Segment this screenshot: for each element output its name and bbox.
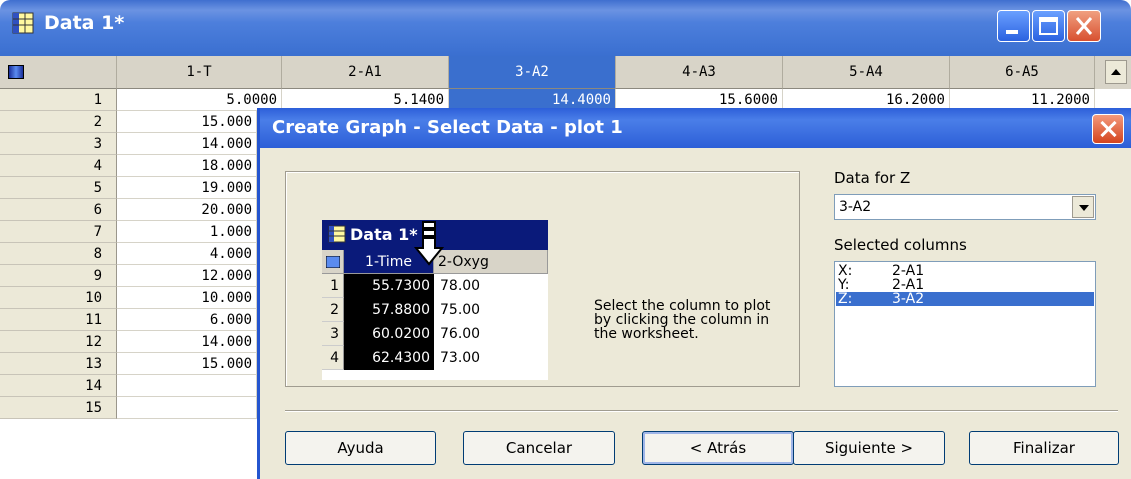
next-button[interactable]: Siguiente > bbox=[793, 431, 945, 465]
mini-cell-selected: 60.0200 bbox=[344, 322, 434, 346]
chevron-down-icon[interactable] bbox=[1072, 196, 1094, 218]
selected-columns-label: Selected columns bbox=[834, 236, 967, 254]
cell[interactable]: 4.000 bbox=[117, 243, 257, 265]
row-header[interactable]: 8 bbox=[0, 243, 117, 265]
column-header[interactable]: 6-A5 bbox=[950, 56, 1095, 89]
axis-label: Z: bbox=[838, 291, 853, 307]
mini-row-header: 1 bbox=[322, 274, 344, 298]
axis-label: X: bbox=[838, 263, 853, 279]
row-header[interactable]: 3 bbox=[0, 133, 117, 155]
row-header[interactable]: 14 bbox=[0, 375, 117, 397]
mini-worksheet-illustration: Data 1* 1-Time 2-Oxyg 1 55.7300 78.00 2 … bbox=[322, 220, 548, 380]
window-title-bar[interactable]: Data 1* bbox=[0, 0, 1131, 56]
row-header[interactable]: 5 bbox=[0, 177, 117, 199]
divider bbox=[285, 410, 1118, 412]
cell[interactable]: 15.000 bbox=[117, 353, 257, 375]
row-header[interactable]: 9 bbox=[0, 265, 117, 287]
axis-label: Y: bbox=[838, 277, 850, 293]
cell[interactable]: 19.000 bbox=[117, 177, 257, 199]
cell[interactable] bbox=[117, 397, 257, 419]
cancel-button[interactable]: Cancelar bbox=[463, 431, 615, 465]
minimize-icon bbox=[1006, 30, 1018, 34]
mini-corner bbox=[322, 250, 344, 274]
list-item[interactable]: X: 2-A1 bbox=[836, 264, 1094, 278]
row-header[interactable]: 1 bbox=[0, 89, 117, 111]
cell[interactable]: 15.000 bbox=[117, 111, 257, 133]
scroll-up-button[interactable] bbox=[1105, 60, 1127, 84]
worksheet-icon bbox=[328, 225, 346, 243]
help-button[interactable]: Ayuda bbox=[285, 431, 436, 465]
cell[interactable]: 14.000 bbox=[117, 133, 257, 155]
row-header[interactable]: 6 bbox=[0, 199, 117, 221]
column-label: 2-A1 bbox=[892, 277, 925, 293]
column-header[interactable]: 2-A1 bbox=[282, 56, 449, 89]
grid-corner-icon bbox=[325, 255, 340, 269]
row-header[interactable]: 4 bbox=[0, 155, 117, 177]
row-header[interactable]: 15 bbox=[0, 397, 117, 419]
minimize-button[interactable] bbox=[997, 10, 1030, 42]
row-header[interactable]: 13 bbox=[0, 353, 117, 375]
worksheet-icon bbox=[12, 12, 34, 34]
mini-cell-selected: 57.8800 bbox=[344, 298, 434, 322]
cell[interactable] bbox=[117, 375, 257, 397]
selected-columns-list[interactable]: X: 2-A1 Y: 2-A1 Z: 3-A2 bbox=[834, 261, 1096, 387]
mini-cell: 76.00 bbox=[434, 322, 548, 346]
close-icon bbox=[1075, 17, 1093, 35]
finish-button[interactable]: Finalizar bbox=[969, 431, 1119, 465]
column-label: 2-A1 bbox=[892, 263, 925, 279]
column-select-arrow-icon bbox=[414, 221, 444, 266]
cell[interactable]: 14.000 bbox=[117, 331, 257, 353]
column-header[interactable]: 5-A4 bbox=[783, 56, 950, 89]
dialog-title-bar[interactable]: Create Graph - Select Data - plot 1 bbox=[260, 108, 1131, 148]
row-header[interactable]: 10 bbox=[0, 287, 117, 309]
mini-title: Data 1* bbox=[350, 225, 418, 244]
select-all-corner[interactable] bbox=[0, 56, 117, 89]
grid-corner-icon bbox=[8, 65, 24, 79]
cell[interactable]: 6.000 bbox=[117, 309, 257, 331]
row-header[interactable]: 7 bbox=[0, 221, 117, 243]
mini-cell-selected: 62.4300 bbox=[344, 346, 434, 370]
cell[interactable]: 18.000 bbox=[117, 155, 257, 177]
mini-cell: 75.00 bbox=[434, 298, 548, 322]
instruction-panel: Data 1* 1-Time 2-Oxyg 1 55.7300 78.00 2 … bbox=[285, 171, 800, 387]
list-item[interactable]: Y: 2-A1 bbox=[836, 278, 1094, 292]
data-for-z-select[interactable]: 3-A2 bbox=[834, 194, 1096, 220]
dialog-close-button[interactable] bbox=[1092, 114, 1124, 144]
row-header[interactable]: 2 bbox=[0, 111, 117, 133]
arrow-up-icon bbox=[1111, 69, 1121, 75]
data-for-z-label: Data for Z bbox=[834, 169, 911, 187]
maximize-icon bbox=[1039, 17, 1058, 35]
back-button[interactable]: < Atrás bbox=[642, 431, 794, 465]
dialog-title: Create Graph - Select Data - plot 1 bbox=[272, 117, 623, 138]
mini-row-header: 3 bbox=[322, 322, 344, 346]
data-for-z-value: 3-A2 bbox=[839, 199, 872, 215]
maximize-button[interactable] bbox=[1032, 10, 1065, 42]
mini-column-header: 2-Oxyg bbox=[434, 250, 548, 274]
window-title: Data 1* bbox=[44, 12, 125, 34]
cell[interactable]: 1.000 bbox=[117, 221, 257, 243]
mini-row-header: 2 bbox=[322, 298, 344, 322]
cell[interactable]: 10.000 bbox=[117, 287, 257, 309]
column-label: 3-A2 bbox=[892, 291, 925, 307]
column-header[interactable]: 4-A3 bbox=[616, 56, 783, 89]
column-header-selected[interactable]: 3-A2 bbox=[449, 56, 616, 89]
mini-cell: 73.00 bbox=[434, 346, 548, 370]
mini-row-header: 4 bbox=[322, 346, 344, 370]
instruction-text: Select the column to plot by clicking th… bbox=[594, 298, 771, 342]
column-header-row: 1-T 2-A1 3-A2 4-A3 5-A4 6-A5 bbox=[0, 56, 1131, 89]
cell[interactable]: 12.000 bbox=[117, 265, 257, 287]
create-graph-dialog: Create Graph - Select Data - plot 1 Data… bbox=[257, 108, 1131, 479]
mini-cell-selected: 55.7300 bbox=[344, 274, 434, 298]
row-header[interactable]: 11 bbox=[0, 309, 117, 331]
cell[interactable]: 20.000 bbox=[117, 199, 257, 221]
list-item-selected[interactable]: Z: 3-A2 bbox=[836, 292, 1094, 306]
mini-cell: 78.00 bbox=[434, 274, 548, 298]
close-button[interactable] bbox=[1067, 10, 1101, 42]
column-header[interactable]: 1-T bbox=[117, 56, 282, 89]
row-header[interactable]: 12 bbox=[0, 331, 117, 353]
